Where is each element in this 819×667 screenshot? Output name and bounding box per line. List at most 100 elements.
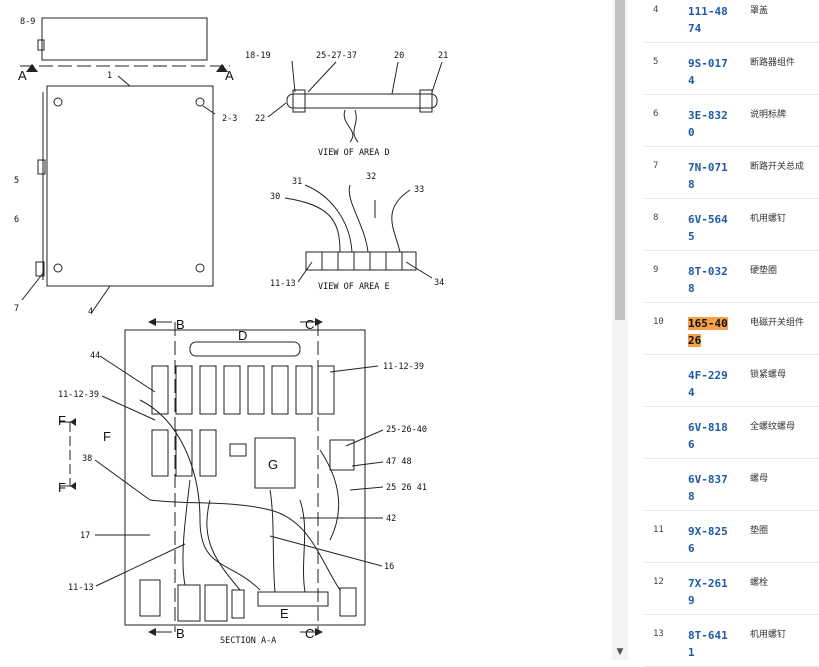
parts-list-row[interactable]: 11 9X-8256 垫圈 [645,511,819,563]
part-description: 罩盖 [750,6,769,16]
part-number-text: 6V-8378 [688,473,728,503]
parts-list-row[interactable]: 4F-2294 锁紧螺母 [645,355,819,407]
section-marker-f-bottom: F [58,480,66,495]
callout-32: 32 [366,172,376,182]
part-description: 机用螺钉 [750,630,787,640]
part-number-link[interactable]: 3E-8320 [688,107,728,141]
callout-20: 20 [394,51,404,61]
item-number: 5 [653,57,659,67]
part-description: 断路开关总成 [750,162,805,172]
part-number-link[interactable]: 9X-8256 [688,523,728,557]
part-number-text: 8T-0328 [688,265,728,295]
callout-25-27-37: 25-27-37 [316,51,357,61]
section-marker-f-mid: F [103,429,111,444]
callout-44: 44 [90,351,100,361]
part-number-link[interactable]: 111-4874 [688,3,728,37]
callout-11-12-39-left: 11-12-39 [58,390,99,400]
view-e-caption: VIEW OF AREA E [318,282,390,292]
part-description: 锁紧螺母 [750,370,787,380]
diagram-svg: 8-9 A A 1 2-3 5 6 7 4 18-19 25-27-37 20 … [14,17,448,646]
section-marker-b-top: B [176,317,185,332]
part-description: 螺栓 [750,578,769,588]
part-number-text: 4F-2294 [688,369,728,399]
callout-5: 5 [14,176,19,186]
callout-17: 17 [80,531,90,541]
part-number-text: 9X-8256 [688,525,728,555]
callout-38: 38 [82,454,92,464]
part-description: 断路器组件 [750,58,796,68]
component-label-g: G [268,457,278,472]
parts-list-row[interactable]: 6V-8378 螺母 [645,459,819,511]
parts-list-row[interactable]: 10 165-4026 电磁开关组件 [645,303,819,355]
callout-2-3: 2-3 [222,114,237,124]
part-number-text: 7X-2619 [688,577,728,607]
part-number-link[interactable]: 8T-6411 [688,627,728,661]
item-number: 8 [653,213,659,223]
section-marker-f-top: F [58,413,66,428]
housing-top-view [41,17,208,61]
parts-list-row[interactable]: 4 111-4874 罩盖 [645,0,819,43]
section-marker-a-right: A [225,68,234,83]
callout-16: 16 [384,562,394,572]
part-number-text: 7N-0718 [688,161,728,191]
callout-11-13-view-e: 11-13 [270,279,296,289]
parts-list-row[interactable]: 8 6V-5645 机用螺钉 [645,199,819,251]
scrollbar-thumb[interactable] [615,0,625,320]
parts-list-row[interactable]: 5 9S-0174 断路器组件 [645,43,819,95]
part-number-link[interactable]: 4F-2294 [688,367,728,401]
section-enclosure [124,329,366,626]
part-number-text: 165-4026 [688,317,728,347]
parts-list-row[interactable]: 6 3E-8320 说明标牌 [645,95,819,147]
part-description: 垫圈 [750,526,769,536]
part-number-link[interactable]: 165-4026 [688,315,728,349]
callout-33: 33 [414,185,424,195]
parts-list-row[interactable]: 12 7X-2619 螺栓 [645,563,819,615]
cover-panel [46,85,214,287]
parts-list: 4 111-4874 罩盖 5 9S-0174 断路器组件 6 3E-8320 说明标牌 7 7N-… [645,0,819,667]
item-number: 13 [653,629,664,639]
callout-18-19: 18-19 [245,51,271,61]
part-description: 说明标牌 [750,110,787,120]
section-marker-c-top: C [305,317,314,332]
callout-34: 34 [434,278,444,288]
part-number-link[interactable]: 7N-0718 [688,159,728,193]
callout-7: 7 [14,304,19,314]
part-number-link[interactable]: 9S-0174 [688,55,728,89]
area-marker-e: E [280,606,289,621]
part-number-link[interactable]: 6V-8378 [688,471,728,505]
part-description: 螺母 [750,474,769,484]
parts-list-row[interactable]: 9 8T-0328 硬垫圈 [645,251,819,303]
item-number: 6 [653,109,659,119]
callout-47-48: 47 48 [386,457,412,467]
part-number-link[interactable]: 6V-8186 [688,419,728,453]
scroll-down-icon[interactable]: ▼ [613,646,627,658]
item-number: 7 [653,161,659,171]
callout-22: 22 [255,114,265,124]
callout-25-26-41: 25 26 41 [386,483,427,493]
callout-11-12-39-right: 11-12-39 [383,362,424,372]
item-number: 10 [653,317,664,327]
callout-8-9: 8-9 [20,17,35,27]
item-number: 9 [653,265,659,275]
callout-25-26-40: 25-26-40 [386,425,427,435]
parts-list-row[interactable]: 7 7N-0718 断路开关总成 [645,147,819,199]
view-d-bar [286,93,438,109]
callout-1: 1 [107,71,112,81]
callout-42: 42 [386,514,396,524]
callout-21: 21 [438,51,448,61]
part-number-text: 6V-8186 [688,421,728,451]
callout-30: 30 [270,192,280,202]
part-number-link[interactable]: 6V-5645 [688,211,728,245]
part-number-text: 9S-0174 [688,57,728,87]
part-description: 全螺纹螺母 [750,422,796,432]
parts-list-row[interactable]: 13 8T-6411 机用螺钉 [645,615,819,667]
parts-list-row[interactable]: 6V-8186 全螺纹螺母 [645,407,819,459]
part-number-link[interactable]: 7X-2619 [688,575,728,609]
part-number-link[interactable]: 8T-0328 [688,263,728,297]
callout-4: 4 [88,307,93,317]
section-caption: SECTION A-A [220,636,276,646]
part-description: 硬垫圈 [750,266,778,276]
section-marker-c-bottom: C [305,626,314,641]
part-description: 机用螺钉 [750,214,787,224]
callout-6: 6 [14,215,19,225]
